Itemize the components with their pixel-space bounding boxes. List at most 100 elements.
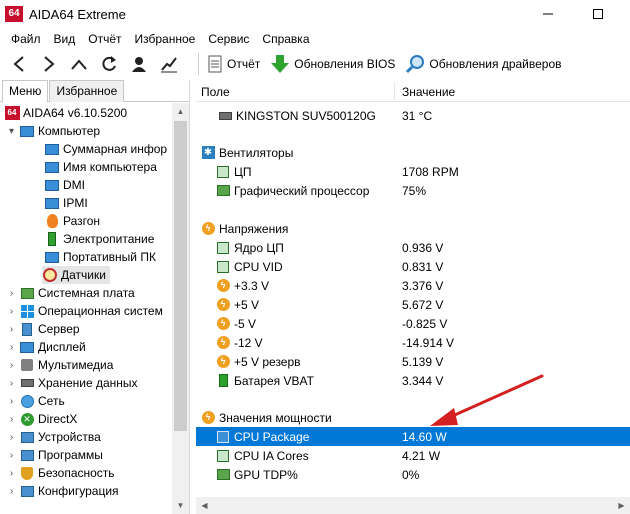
scroll-left-arrow-icon[interactable]: ◀ (196, 497, 213, 514)
table-row[interactable]: Ядро ЦП 0.936 V (196, 238, 630, 257)
config-icon (19, 484, 35, 499)
user-button[interactable] (124, 50, 154, 78)
tree-item-server[interactable]: › Сервер (6, 320, 80, 338)
benchmark-button[interactable] (154, 50, 184, 78)
tree-item-motherboard[interactable]: › Системная плата (6, 284, 135, 302)
globe-icon (19, 394, 35, 409)
menu-tools[interactable]: Сервис (203, 30, 254, 49)
tree-scrollbar[interactable]: ▲ ▼ (172, 103, 189, 514)
tree-item-root[interactable]: 64 AIDA64 v6.10.5200 (4, 104, 127, 122)
column-divider[interactable] (394, 82, 395, 100)
expand-arrow-icon[interactable]: › (6, 450, 17, 461)
table-row[interactable]: Графический процессор 75% (196, 181, 630, 200)
tree-item-computer-name[interactable]: Имя компьютера (44, 158, 157, 176)
table-row[interactable]: ϟ +5 V 5.672 V (196, 295, 630, 314)
bios-update-button[interactable]: Обновления BIOS (266, 50, 401, 78)
table-row[interactable]: ϟ -5 V -0.825 V (196, 314, 630, 333)
tree-item-summary[interactable]: Суммарная инфор (44, 140, 167, 158)
minimize-button[interactable] (528, 2, 568, 26)
row-value: 75% (402, 183, 427, 198)
aida64-logo-icon: 64 (5, 6, 23, 22)
row-field: -5 V (234, 316, 257, 331)
scroll-down-arrow-icon[interactable]: ▼ (172, 497, 189, 514)
table-row[interactable]: ϟ +5 V резерв 5.139 V (196, 352, 630, 371)
table-row[interactable]: CPU VID 0.831 V (196, 257, 630, 276)
download-arrow-icon (271, 55, 290, 73)
maximize-button[interactable] (578, 2, 618, 26)
expand-arrow-icon[interactable]: › (6, 432, 17, 443)
table-row[interactable]: GPU TDP% 0% (196, 465, 630, 484)
expand-arrow-icon[interactable]: › (6, 342, 17, 353)
group-header-fans: ✱ Вентиляторы (196, 143, 630, 162)
tree-item-config[interactable]: › Конфигурация (6, 482, 119, 500)
expand-arrow-icon[interactable]: › (6, 306, 17, 317)
tree-item-multimedia[interactable]: › Мультимедиа (6, 356, 114, 374)
tab-menu[interactable]: Меню (2, 80, 49, 103)
menu-help[interactable]: Справка (257, 30, 314, 49)
table-row[interactable]: ϟ +3.3 V 3.376 V (196, 276, 630, 295)
expand-arrow-icon[interactable]: › (6, 378, 17, 389)
motherboard-icon (19, 286, 35, 301)
row-field: CPU VID (234, 259, 283, 274)
expand-arrow-icon[interactable]: › (6, 396, 17, 407)
expand-arrow-icon[interactable]: › (6, 360, 17, 371)
menu-file[interactable]: Файл (6, 30, 46, 49)
row-field: ЦП (234, 164, 252, 179)
tree-item-directx[interactable]: › ✕ DirectX (6, 410, 78, 428)
expand-arrow-icon[interactable]: › (6, 324, 17, 335)
scroll-thumb[interactable] (174, 121, 187, 431)
expand-arrow-icon[interactable]: › (6, 288, 17, 299)
tree-item-os[interactable]: › Операционная систем (6, 302, 163, 320)
group-header-voltages: ϟ Напряжения (196, 219, 630, 238)
tree-item-sensors[interactable]: Датчики (42, 266, 110, 284)
collapse-arrow-icon[interactable]: ▾ (6, 126, 17, 137)
tree-item-portable[interactable]: Портативный ПК (44, 248, 156, 266)
chevron-left-icon (13, 56, 24, 72)
tree-label: Дисплей (38, 340, 86, 354)
back-button[interactable] (4, 50, 34, 78)
voltage-bolt-icon: ϟ (216, 279, 230, 293)
tree-item-ipmi[interactable]: IPMI (44, 194, 88, 212)
scroll-up-arrow-icon[interactable]: ▲ (172, 103, 189, 120)
tree-item-display[interactable]: › Дисплей (6, 338, 86, 356)
driver-update-button[interactable]: Обновления драйверов (401, 50, 567, 78)
up-button[interactable] (64, 50, 94, 78)
tree-item-devices[interactable]: › Устройства (6, 428, 101, 446)
dmi-icon (44, 178, 60, 193)
report-button[interactable]: Отчёт (203, 50, 266, 78)
column-header-field[interactable]: Поле (201, 85, 230, 99)
scroll-right-arrow-icon[interactable]: ▶ (613, 497, 630, 514)
table-row[interactable]: CPU IA Cores 4.21 W (196, 446, 630, 465)
tree-item-overclock[interactable]: Разгон (44, 212, 100, 230)
refresh-button[interactable] (94, 50, 124, 78)
chevron-up-icon (71, 59, 87, 70)
tree-item-software[interactable]: › Программы (6, 446, 103, 464)
expand-arrow-icon[interactable]: › (6, 414, 17, 425)
menu-favorites[interactable]: Избранное (130, 30, 201, 49)
expand-arrow-icon[interactable]: › (6, 486, 17, 497)
chart-line-icon (161, 57, 177, 73)
tree-item-dmi[interactable]: DMI (44, 176, 85, 194)
tree-item-network[interactable]: › Сеть (6, 392, 65, 410)
tree-item-computer[interactable]: ▾ Компьютер (6, 122, 100, 140)
menu-view[interactable]: Вид (49, 30, 81, 49)
table-row[interactable]: ϟ -12 V -14.914 V (196, 333, 630, 352)
table-row[interactable]: ЦП 1708 RPM (196, 162, 630, 181)
forward-button[interactable] (34, 50, 64, 78)
tab-favorites[interactable]: Избранное (49, 80, 125, 102)
tree-item-storage[interactable]: › Хранение данных (6, 374, 138, 392)
menu-report[interactable]: Отчёт (83, 30, 126, 49)
table-row[interactable]: KINGSTON SUV500120G 31 °C (196, 106, 630, 125)
table-h-scrollbar[interactable]: ◀ ▶ (196, 497, 630, 514)
cpu-chip-icon (216, 241, 230, 255)
table-row[interactable]: Батарея VBAT 3.344 V (196, 371, 630, 390)
cpu-chip-icon (216, 430, 230, 444)
expand-arrow-icon[interactable]: › (6, 468, 17, 479)
table-header: Поле Значение (196, 80, 630, 102)
tree-label: Конфигурация (38, 484, 119, 498)
tree-item-security[interactable]: › Безопасность (6, 464, 115, 482)
column-header-value[interactable]: Значение (402, 85, 455, 99)
tree-item-power-management[interactable]: Электропитание (44, 230, 154, 248)
tree-label: Безопасность (38, 466, 115, 480)
table-row-selected[interactable]: CPU Package 14.60 W (196, 427, 630, 446)
